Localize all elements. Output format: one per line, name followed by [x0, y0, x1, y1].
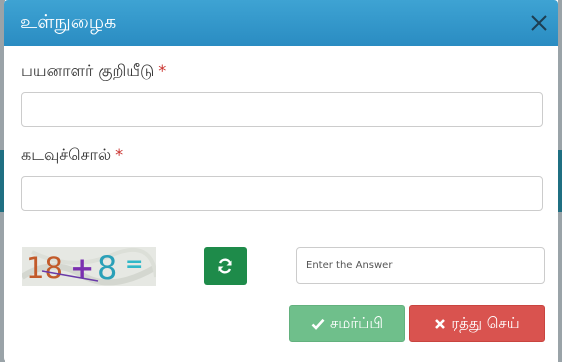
refresh-icon: [218, 258, 232, 274]
close-icon: [531, 15, 547, 31]
captcha-digit-two: 8: [97, 249, 117, 286]
username-label-text: பயனாளர் குறியீடு: [21, 61, 155, 80]
required-mark: *: [158, 61, 167, 80]
captcha-digit-one: 18: [26, 251, 63, 285]
required-mark: *: [115, 145, 124, 164]
modal-header: உள்நுழைக: [4, 0, 558, 46]
password-input[interactable]: [21, 176, 543, 211]
check-icon: [311, 318, 325, 330]
password-label-text: கடவுச்சொல்: [21, 145, 112, 164]
close-button[interactable]: [528, 12, 550, 34]
username-input[interactable]: [21, 92, 543, 127]
modal-title: உள்நுழைக: [20, 11, 117, 33]
login-modal: உள்நுழைக பயனாளர் குறியீடு * கடவுச்சொல் * 1…: [4, 0, 558, 362]
backdrop-right: [558, 0, 562, 362]
times-icon: [434, 318, 446, 330]
username-label: பயனாளர் குறியீடு *: [21, 61, 166, 82]
cancel-label: ரத்து செய்: [451, 313, 520, 332]
cancel-button[interactable]: ரத்து செய்: [409, 305, 545, 342]
captcha-image: 18 + 8 =: [22, 247, 156, 286]
password-label: கடவுச்சொல் *: [21, 145, 123, 166]
login-page: உள்நுழைக பயனாளர் குறியீடு * கடவுச்சொல் * 1…: [0, 0, 562, 362]
captcha-answer-input[interactable]: [296, 247, 545, 284]
captcha-refresh-button[interactable]: [204, 247, 247, 285]
submit-button[interactable]: சமர்ப்பி: [289, 305, 405, 342]
submit-label: சமர்ப்பி: [329, 313, 384, 332]
captcha-equals: =: [125, 252, 143, 277]
